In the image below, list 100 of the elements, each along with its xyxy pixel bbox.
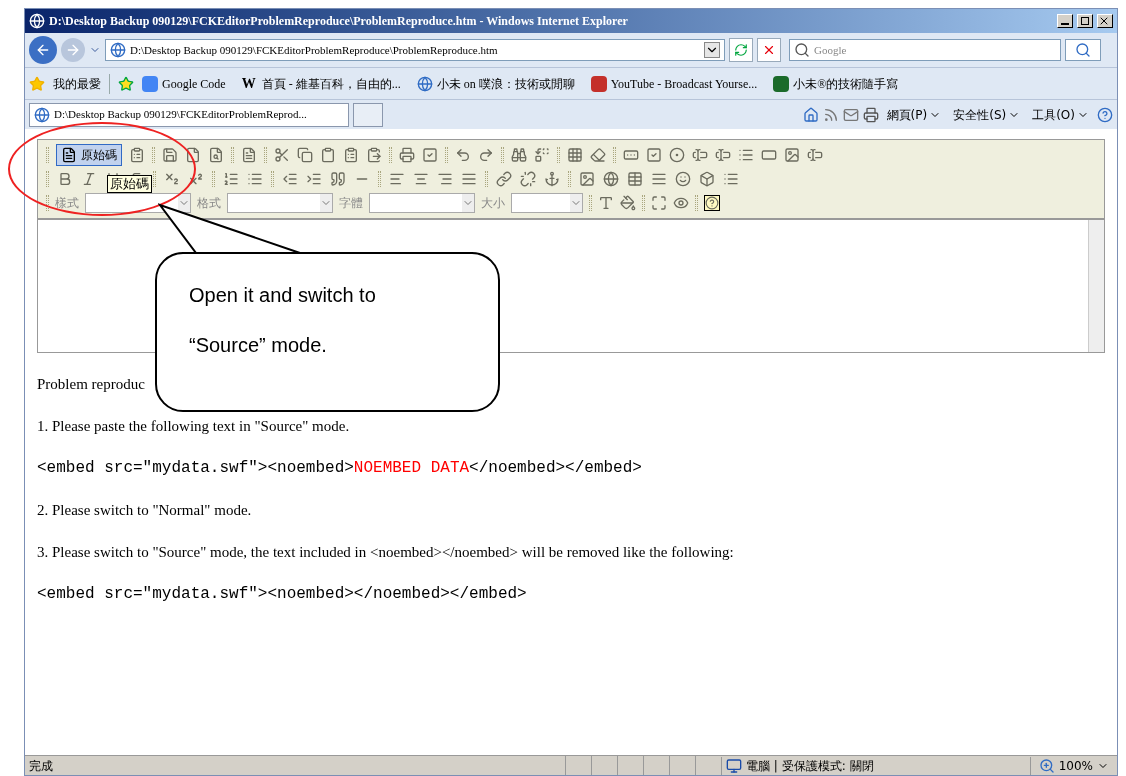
subscript-icon[interactable] <box>164 171 180 187</box>
help-icon[interactable] <box>1097 106 1113 123</box>
superscript-icon[interactable] <box>188 171 204 187</box>
combo-box[interactable] <box>85 193 191 213</box>
callout-text: “Source” mode. <box>189 333 328 358</box>
image-button-icon[interactable] <box>784 147 800 163</box>
browser-icon <box>29 13 45 29</box>
source-button[interactable]: 原始碼 <box>56 144 122 166</box>
paste-icon[interactable] <box>320 147 336 163</box>
stop-icon[interactable] <box>757 38 781 62</box>
minimize-icon[interactable] <box>1057 14 1073 28</box>
paragraph: 1. Please paste the following text in "Source" mode. <box>37 416 351 436</box>
favorite-link[interactable]: W 首頁 - 維基百科，自由的... <box>241 74 401 93</box>
favorite-link[interactable]: 小未 on 噗浪：技術或閒聊 <box>416 74 575 93</box>
editing-area[interactable] <box>37 219 1105 353</box>
align-left-icon[interactable] <box>389 171 405 187</box>
checkbox-icon[interactable] <box>646 147 662 163</box>
redo-icon[interactable] <box>478 147 494 163</box>
image-icon[interactable] <box>579 171 595 187</box>
zoom-button[interactable]: 100% <box>1029 756 1117 775</box>
table-icon[interactable] <box>627 171 643 187</box>
text-field-icon[interactable] <box>692 147 708 163</box>
text-color-icon[interactable] <box>598 195 614 211</box>
site-icon <box>142 75 158 92</box>
favorites-label[interactable]: 我的最愛 <box>53 74 101 93</box>
select-list-icon[interactable] <box>738 147 754 163</box>
command-menu[interactable]: 安全性(S) <box>949 105 1025 124</box>
background-color-icon[interactable] <box>620 195 636 211</box>
status-text: 完成 <box>28 757 54 775</box>
browser-tab[interactable]: D:\Desktop Backup 090129\FCKEditorProblemReprod... <box>29 102 349 127</box>
callout-text: Open it and switch to <box>189 283 377 308</box>
radio-icon[interactable] <box>669 147 685 163</box>
about-icon[interactable] <box>704 195 720 211</box>
page-icon <box>110 42 126 58</box>
find-icon[interactable] <box>511 147 527 163</box>
bold-icon[interactable] <box>57 171 73 187</box>
search-button[interactable] <box>1065 39 1101 61</box>
bullet-list-icon[interactable] <box>247 171 263 187</box>
site-icon <box>773 75 790 92</box>
window-title: D:\Desktop Backup 090129\FCKEditorProblemReproduce\ProblemReproduce.htm - Windows Internet Explorer <box>49 13 629 30</box>
unlink-icon[interactable] <box>520 171 536 187</box>
outdent-icon[interactable] <box>282 171 298 187</box>
print-icon[interactable] <box>862 106 879 123</box>
quote-icon[interactable] <box>330 171 346 187</box>
command-menu[interactable]: 工具(O) <box>1028 105 1093 124</box>
hidden-field-icon[interactable] <box>807 147 823 163</box>
copy-icon[interactable] <box>297 147 313 163</box>
italic-icon[interactable] <box>81 171 97 187</box>
combo-label: 樣式 <box>55 195 79 212</box>
document-icon <box>61 147 77 163</box>
new-tab-button[interactable] <box>353 102 383 127</box>
justify-icon[interactable] <box>461 171 477 187</box>
mail-icon[interactable] <box>842 106 859 123</box>
zoom-icon <box>1038 757 1055 774</box>
preview-icon[interactable] <box>208 147 224 163</box>
paragraph: Problem reproduc <box>37 375 146 394</box>
feed-icon[interactable] <box>822 106 839 123</box>
new-page-icon[interactable] <box>185 147 201 163</box>
add-favorite-icon[interactable] <box>118 75 134 92</box>
globe-icon <box>34 106 50 123</box>
globe-icon <box>416 75 433 92</box>
arrow-right-icon <box>65 42 81 58</box>
favorites-star-icon[interactable] <box>29 75 45 92</box>
save-icon[interactable] <box>162 147 178 163</box>
address-field[interactable]: D:\Desktop Backup 090129\FCKEditorProblemReproduce\ProblemReproduce.htm <box>105 39 725 61</box>
search-icon <box>794 42 810 58</box>
site-icon <box>590 75 607 92</box>
maximize-icon[interactable] <box>1077 14 1093 28</box>
combo-label: 格式 <box>197 195 221 212</box>
smiley-icon[interactable] <box>675 171 691 187</box>
rule-icon[interactable] <box>651 171 667 187</box>
anchor-icon[interactable] <box>544 171 560 187</box>
combo-label: 字體 <box>339 195 363 212</box>
maximize-editor-icon[interactable] <box>651 195 667 211</box>
indent-icon[interactable] <box>306 171 322 187</box>
security-zone: 電腦 | 受保護模式: 關閉 <box>746 757 874 775</box>
site-icon: W <box>241 76 258 91</box>
scrollbar[interactable] <box>1088 220 1104 352</box>
code-line: <embed src="mydata.swf"><noembed>NOEMBED DATA</noembed></embed> <box>37 458 643 479</box>
align-center-icon[interactable] <box>413 171 429 187</box>
combo-label: 大小 <box>481 195 505 212</box>
print-icon[interactable] <box>399 147 415 163</box>
favorite-link[interactable]: Google Code <box>142 74 226 93</box>
close-icon[interactable] <box>1097 14 1113 28</box>
numbered-list-icon[interactable] <box>223 171 239 187</box>
textarea-icon[interactable] <box>715 147 731 163</box>
undo-icon[interactable] <box>455 147 471 163</box>
command-menu[interactable]: 網頁(P) <box>882 105 946 124</box>
search-field[interactable]: Google <box>789 39 1061 61</box>
refresh-icon[interactable] <box>729 38 753 62</box>
link-icon[interactable] <box>496 171 512 187</box>
button-icon[interactable] <box>761 147 777 163</box>
favorite-link[interactable]: 小未®的技術隨手寫 <box>773 74 899 93</box>
favorite-link[interactable]: YouTube - Broadcast Yourse... <box>590 74 758 93</box>
cut-icon[interactable] <box>274 147 290 163</box>
back-button[interactable] <box>29 36 57 64</box>
tooltip: 原始碼 <box>107 175 152 193</box>
home-icon[interactable] <box>802 106 819 123</box>
eraser-icon[interactable] <box>590 147 606 163</box>
align-right-icon[interactable] <box>437 171 453 187</box>
